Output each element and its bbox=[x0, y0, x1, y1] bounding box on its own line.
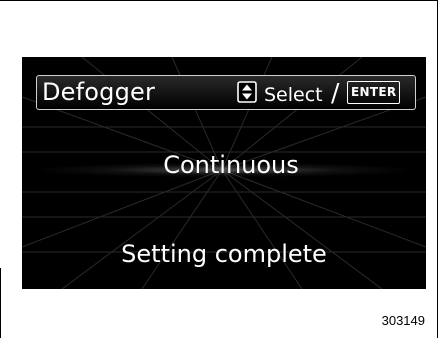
selected-value: Continuous bbox=[163, 151, 299, 179]
up-down-arrows-icon bbox=[237, 81, 257, 103]
frame-left-border bbox=[0, 268, 1, 338]
screen-title: Defogger bbox=[42, 78, 156, 106]
frame-right-border bbox=[437, 0, 438, 338]
frame-top-border bbox=[0, 0, 438, 1]
display-screen: Defogger Select / ENTER Continuous Setti… bbox=[22, 57, 426, 289]
select-label: Select bbox=[264, 84, 323, 106]
separator-slash: / bbox=[331, 78, 340, 107]
header-bar: Defogger Select / ENTER bbox=[36, 75, 416, 110]
status-message: Setting complete bbox=[121, 240, 327, 268]
figure-id: 303149 bbox=[381, 313, 425, 328]
enter-key-label: ENTER bbox=[347, 81, 401, 104]
